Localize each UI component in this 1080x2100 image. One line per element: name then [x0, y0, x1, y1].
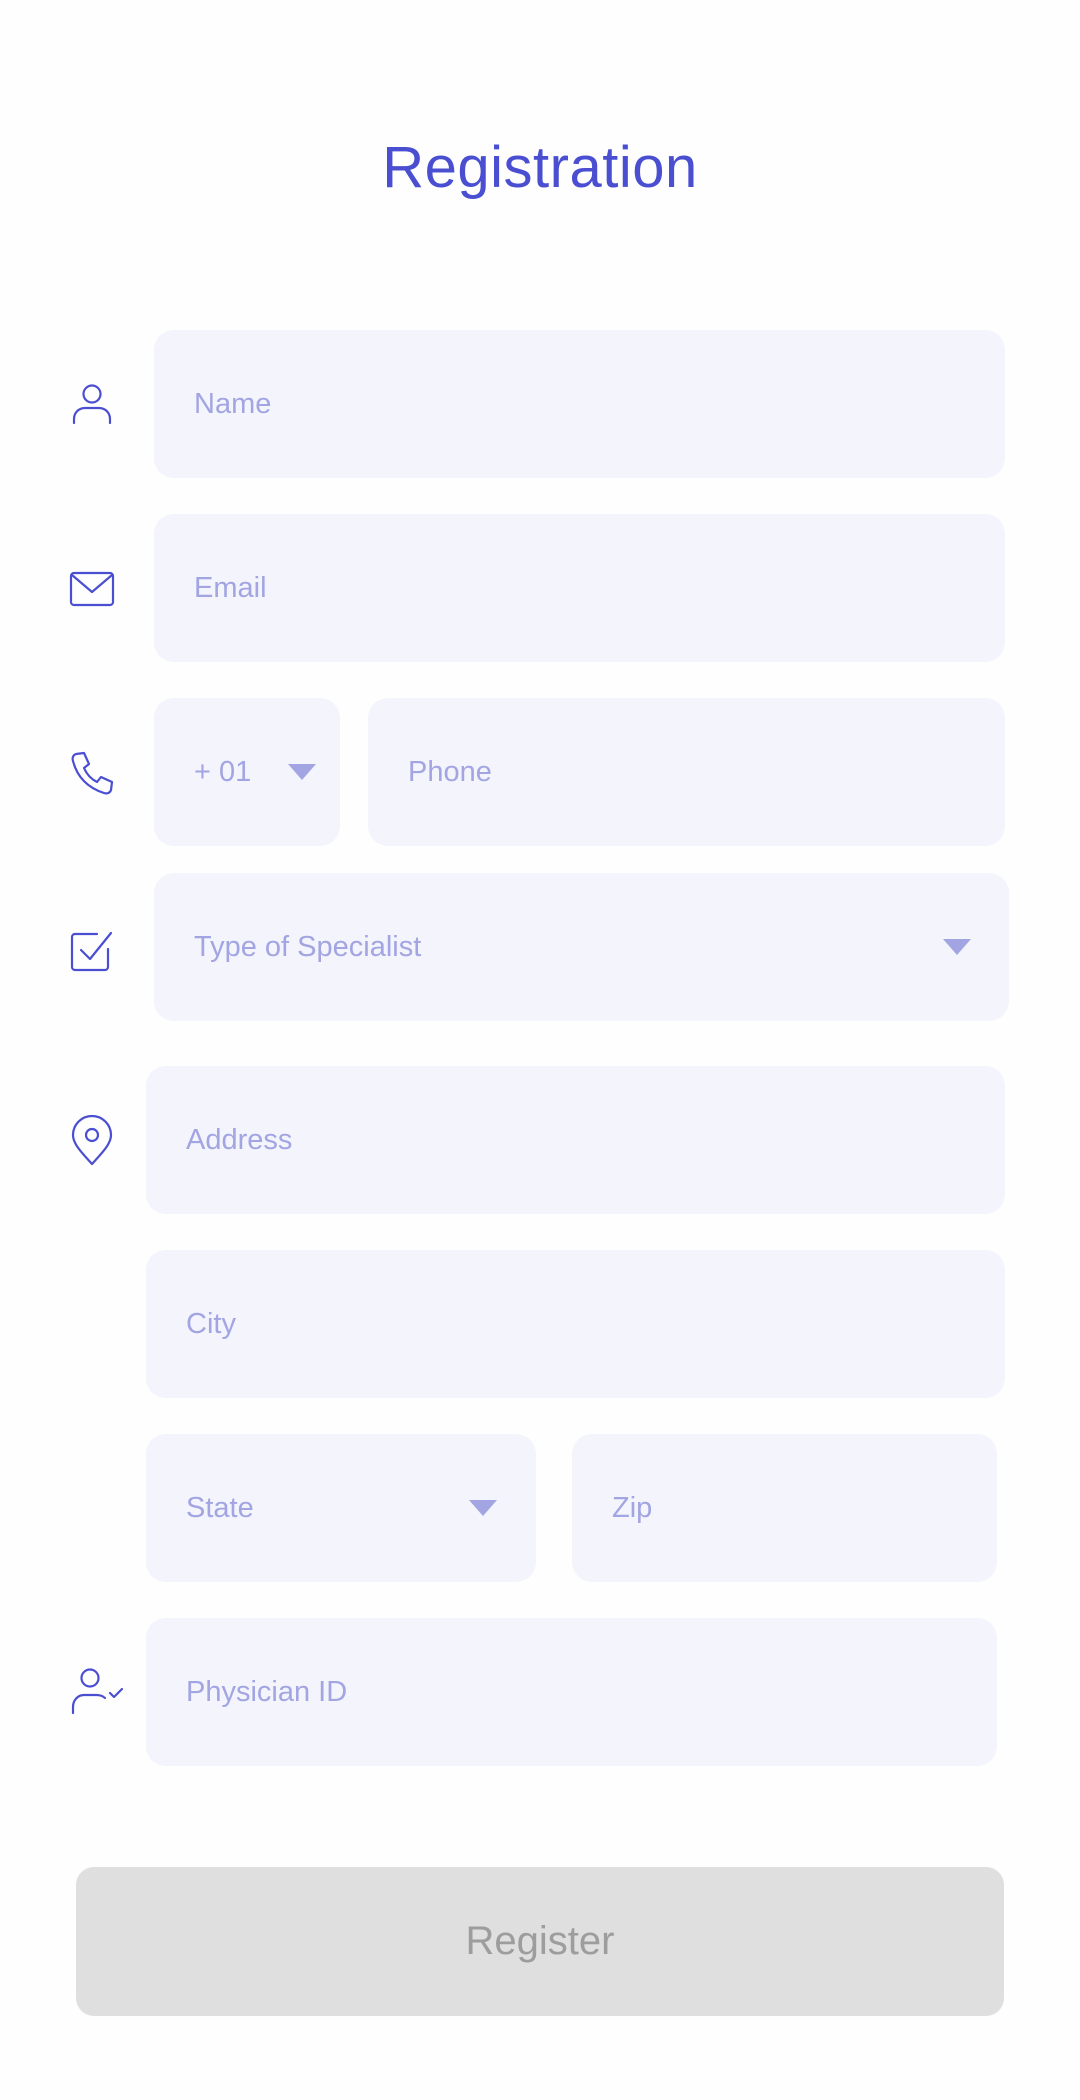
chevron-down-icon [288, 764, 316, 780]
zip-placeholder: Zip [612, 1491, 653, 1524]
checkbox-icon [64, 923, 120, 979]
city-field[interactable]: City [146, 1250, 1005, 1398]
state-placeholder: State [186, 1491, 254, 1524]
physician-id-placeholder: Physician ID [186, 1675, 348, 1708]
state-select[interactable]: State [146, 1434, 536, 1582]
name-placeholder: Name [194, 387, 272, 420]
address-field[interactable]: Address [146, 1066, 1005, 1214]
phone-icon [64, 745, 120, 801]
mail-icon [64, 561, 120, 617]
phone-placeholder: Phone [408, 755, 492, 788]
page-title: Registration [382, 135, 698, 200]
city-placeholder: City [186, 1307, 236, 1340]
zip-field[interactable]: Zip [572, 1434, 997, 1582]
name-field[interactable]: Name [154, 330, 1005, 478]
address-placeholder: Address [186, 1123, 293, 1156]
email-field[interactable]: Email [154, 514, 1005, 662]
specialist-select[interactable]: Type of Specialist [154, 873, 1009, 1021]
register-button[interactable]: Register [76, 1867, 1004, 2016]
phone-field[interactable]: Phone [368, 698, 1005, 846]
country-code-value: + 01 [194, 755, 252, 788]
specialist-placeholder: Type of Specialist [194, 930, 422, 963]
country-code-select[interactable]: + 01 [154, 698, 340, 846]
person-check-icon [66, 1665, 128, 1721]
physician-id-field[interactable]: Physician ID [146, 1618, 997, 1766]
email-placeholder: Email [194, 571, 267, 604]
chevron-down-icon [943, 939, 971, 955]
location-pin-icon [64, 1113, 120, 1169]
chevron-down-icon [469, 1500, 497, 1516]
person-icon [64, 376, 120, 432]
